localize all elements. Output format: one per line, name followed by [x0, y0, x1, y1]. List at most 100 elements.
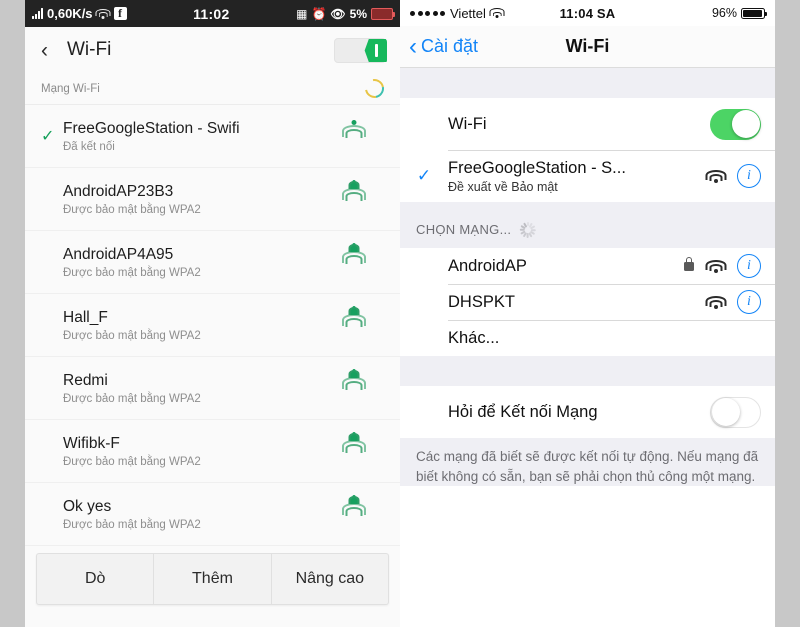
activity-indicator-icon: [520, 221, 537, 238]
wifi-signal-locked-icon: [342, 180, 380, 210]
network-status: Được bảo mật bằng WPA2: [63, 456, 201, 469]
table-row[interactable]: ✓ AndroidAP23B3 Được bảo mật bằng WPA2: [25, 168, 400, 231]
network-name: AndroidAP: [448, 256, 527, 275]
network-row-dhspkt[interactable]: DHSPKT i: [400, 284, 775, 320]
choose-network-section-header: CHỌN MẠNG...: [400, 202, 775, 248]
carrier-label: Viettel: [450, 5, 486, 21]
status-left-group: Viettel: [410, 6, 560, 21]
connected-network-row[interactable]: ✓ FreeGoogleStation - S... Đề xuất về Bả…: [400, 150, 775, 202]
ios-nav-bar: ‹ Cài đặt Wi-Fi: [400, 26, 775, 68]
facebook-icon: f: [113, 7, 127, 20]
wifi-icon: [705, 169, 726, 183]
network-name: AndroidAP4A95: [63, 245, 174, 263]
android-status-bar: 0,60K/s f 11:02 ▦ ⏰ 👁 5%: [25, 0, 400, 27]
network-status: Đã kết nối: [63, 141, 115, 154]
wifi-toggle-row[interactable]: Wi-Fi: [400, 98, 775, 150]
checkmark-icon: ✓: [416, 166, 432, 185]
battery-percent-label: 96%: [711, 6, 737, 20]
wifi-icon: [705, 259, 726, 273]
wifi-signal-locked-icon: [342, 495, 380, 525]
nav-spacer: [400, 68, 775, 98]
checkmark-placeholder: ✓: [41, 441, 63, 461]
network-status: Được bảo mật bằng WPA2: [63, 204, 201, 217]
checkmark-icon: ✓: [41, 128, 55, 145]
network-name: DHSPKT: [448, 292, 515, 311]
checkmark-placeholder: ✓: [41, 315, 63, 335]
ios-wifi-screen: Viettel 11:04 SA 96% ‹ Cài đặt Wi-Fi Wi-…: [400, 0, 775, 627]
section-label: Mạng Wi-Fi: [41, 82, 100, 95]
table-row[interactable]: ✓ Redmi Được bảo mật bằng WPA2: [25, 357, 400, 420]
battery-full-icon: [741, 7, 767, 19]
scan-button[interactable]: Dò: [37, 554, 153, 604]
ask-to-join-toggle[interactable]: [710, 396, 761, 428]
signal-bars-icon: [32, 8, 43, 19]
section-title: CHỌN MẠNG...: [416, 222, 512, 237]
add-network-button[interactable]: Thêm: [153, 554, 270, 604]
wifi-signal-locked-icon: [342, 243, 380, 273]
battery-low-icon: [371, 7, 395, 20]
back-label: Cài đặt: [421, 36, 479, 56]
chevron-left-icon[interactable]: ‹: [41, 40, 63, 61]
network-name: FreeGoogleStation - Swifi: [63, 119, 240, 137]
android-clock: 11:02: [193, 5, 230, 22]
signal-dots-icon: [410, 10, 445, 16]
network-text: AndroidAP4A95 Được bảo mật bằng WPA2: [63, 245, 354, 279]
network-status: Được bảo mật bằng WPA2: [63, 519, 201, 532]
checkmark-placeholder: ✓: [41, 504, 63, 524]
wifi-toggle-switch[interactable]: [710, 108, 761, 140]
info-icon[interactable]: i: [737, 290, 761, 314]
eye-icon: 👁: [330, 6, 346, 21]
back-button[interactable]: ‹ Cài đặt: [400, 32, 479, 60]
advanced-button[interactable]: Nâng cao: [270, 554, 388, 604]
network-name: Ok yes: [63, 497, 112, 515]
wifi-signal-icon: [342, 120, 380, 147]
network-text: AndroidAP23B3 Được bảo mật bằng WPA2: [63, 182, 354, 216]
android-bottom-button-bar: Dò Thêm Nâng cao: [36, 553, 389, 605]
network-status: Được bảo mật bằng WPA2: [63, 393, 201, 406]
network-text: Wifibk-F Được bảo mật bằng WPA2: [63, 434, 354, 468]
info-icon[interactable]: i: [737, 164, 761, 188]
wifi-signal-locked-icon: [342, 369, 380, 399]
wifi-icon: [705, 295, 726, 309]
network-row-androidap[interactable]: AndroidAP i: [400, 248, 775, 284]
ios-bottom-filler: [400, 486, 775, 627]
network-text: Hall_F Được bảo mật bằng WPA2: [63, 308, 354, 342]
network-name: Hall_F: [63, 308, 108, 326]
ask-to-join-row[interactable]: Hỏi để Kết nối Mạng: [400, 386, 775, 438]
checkmark-placeholder: ✓: [41, 189, 63, 209]
network-text: Redmi Được bảo mật bằng WPA2: [63, 371, 354, 405]
wifi-icon: [489, 8, 505, 18]
footer-note: Các mạng đã biết sẽ được kết nối tự động…: [400, 438, 775, 487]
other-network-row[interactable]: Khác...: [400, 320, 775, 356]
network-status: Được bảo mật bằng WPA2: [63, 330, 201, 343]
row-accessories: i: [705, 290, 761, 314]
table-row[interactable]: ✓ AndroidAP4A95 Được bảo mật bằng WPA2: [25, 231, 400, 294]
info-icon[interactable]: i: [737, 254, 761, 278]
network-subtitle: Đề xuất về Bảo mật: [448, 179, 558, 194]
table-row[interactable]: ✓ FreeGoogleStation - Swifi Đã kết nối: [25, 105, 400, 168]
network-status: Được bảo mật bằng WPA2: [63, 267, 201, 280]
status-right-group: ▦ ⏰ 👁 5%: [296, 6, 395, 21]
table-row[interactable]: ✓ Hall_F Được bảo mật bằng WPA2: [25, 294, 400, 357]
lock-icon: [684, 256, 694, 271]
ios-clock: 11:04 SA: [559, 5, 616, 21]
network-text: FreeGoogleStation - Swifi Đã kết nối: [63, 119, 354, 153]
table-row[interactable]: ✓ Ok yes Được bảo mật bằng WPA2: [25, 483, 400, 546]
section-spacer: [400, 356, 775, 386]
network-text: FreeGoogleStation - S... Đề xuất về Bảo …: [448, 159, 707, 194]
other-label: Khác...: [448, 328, 500, 347]
chevron-left-icon: ‹: [409, 32, 417, 60]
android-network-list: ✓ FreeGoogleStation - Swifi Đã kết nối ✓…: [25, 105, 400, 576]
alarm-clock-icon: ⏰: [311, 6, 327, 21]
network-speed-label: 0,60K/s: [47, 6, 93, 21]
status-right-group: 96%: [615, 6, 767, 20]
row-leading-slot: ✓: [400, 166, 448, 186]
network-name: AndroidAP23B3: [63, 182, 174, 200]
wifi-toggle-switch[interactable]: [334, 37, 387, 63]
wifi-networks-section-header: Mạng Wi-Fi: [25, 73, 400, 105]
table-row[interactable]: ✓ Wifibk-F Được bảo mật bằng WPA2: [25, 420, 400, 483]
wifi-signal-locked-icon: [342, 432, 380, 462]
battery-percent-label: 5%: [349, 6, 367, 21]
network-text: Ok yes Được bảo mật bằng WPA2: [63, 497, 354, 531]
ios-status-bar: Viettel 11:04 SA 96%: [400, 0, 775, 26]
